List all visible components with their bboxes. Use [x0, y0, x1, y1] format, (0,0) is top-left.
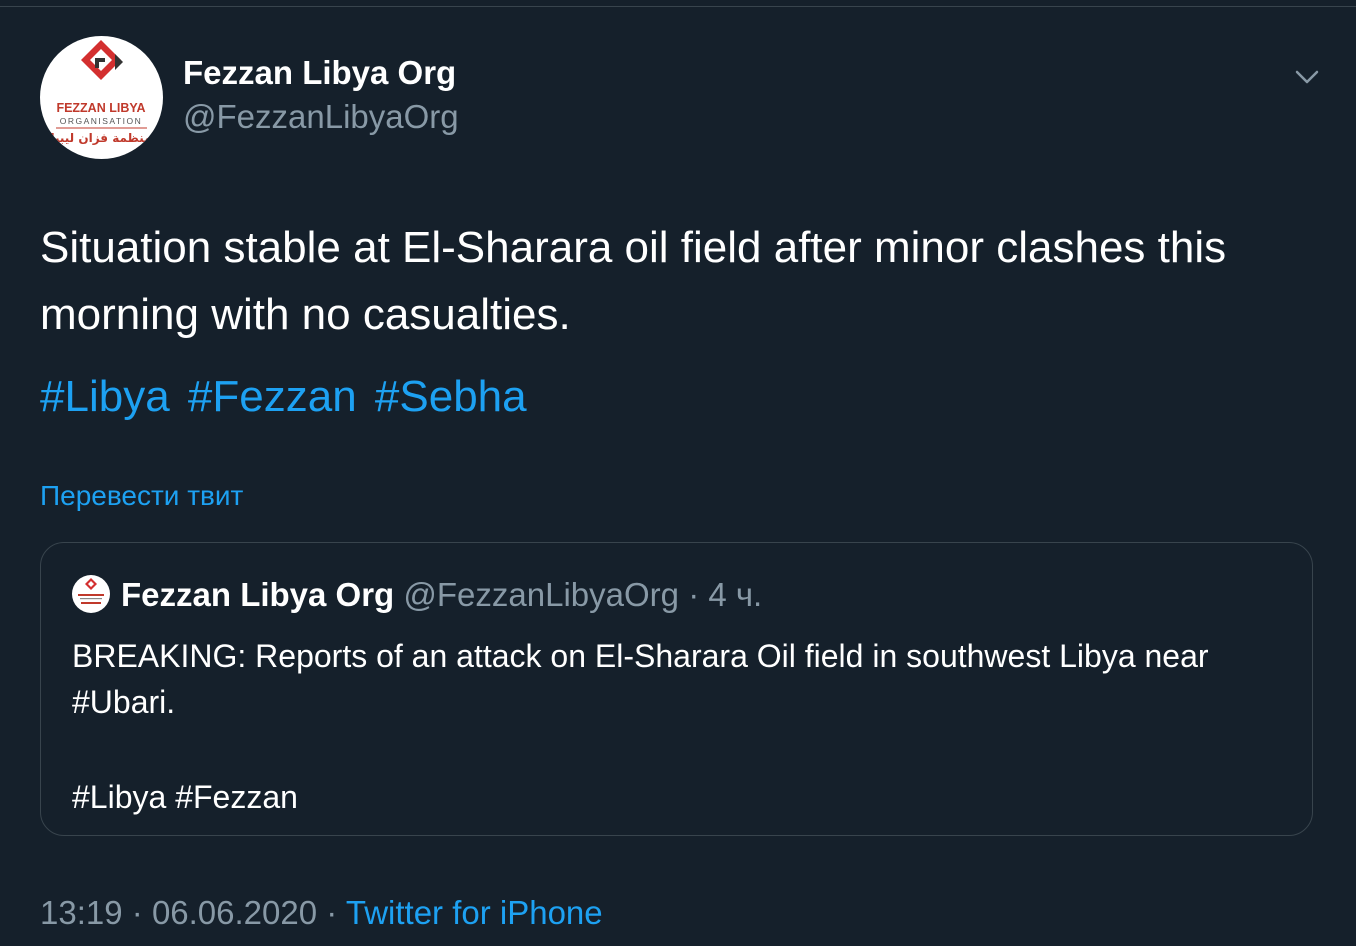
quoted-tweet-text: BREAKING: Reports of an attack on El-Sha… [72, 638, 1209, 720]
translate-tweet-link[interactable]: Перевести твит [40, 480, 243, 512]
quoted-tweet-hashtags: #Libya #Fezzan [72, 779, 298, 815]
hashtag-link[interactable]: #Libya [40, 372, 170, 421]
tweet-detail-page: FEZZAN LIBYA ORGANISATION منظمة فزان ليب… [0, 0, 1356, 946]
quoted-tweet-card[interactable]: Fezzan Libya Org @FezzanLibyaOrg · 4 ч. … [40, 542, 1313, 836]
tweet-time[interactable]: 13:19 [40, 894, 123, 931]
tweet-text: Situation stable at El-Sharara oil field… [40, 223, 1227, 339]
chevron-down-icon[interactable] [1290, 62, 1324, 92]
divider [0, 6, 1356, 7]
avatar-logo-arabic: منظمة فزان ليبيا [50, 131, 151, 145]
author-name[interactable]: Fezzan Libya Org [183, 54, 456, 92]
author-handle[interactable]: @FezzanLibyaOrg [183, 98, 459, 136]
footer-separator: · [326, 894, 338, 931]
footer-separator: · [131, 894, 143, 931]
tweet-source-link[interactable]: Twitter for iPhone [346, 894, 603, 931]
tweet-footer: 13:19 · 06.06.2020 · Twitter for iPhone [40, 892, 603, 934]
avatar-logo-subtext: ORGANISATION [60, 116, 143, 126]
quoted-author-handle: @FezzanLibyaOrg [403, 576, 680, 613]
tweet-date[interactable]: 06.06.2020 [152, 894, 317, 931]
avatar[interactable]: FEZZAN LIBYA ORGANISATION منظمة فزان ليب… [40, 36, 163, 159]
hashtag-link[interactable]: #Fezzan [188, 372, 357, 421]
quoted-tweet-header: Fezzan Libya Org @FezzanLibyaOrg · 4 ч. [121, 575, 762, 615]
quoted-author-name: Fezzan Libya Org [121, 576, 395, 613]
avatar-logo-text: FEZZAN LIBYA [56, 101, 145, 115]
hashtag-link[interactable]: #Sebha [375, 372, 527, 421]
quoted-avatar[interactable] [72, 575, 110, 613]
quoted-tweet-time: · 4 ч. [688, 576, 763, 613]
tweet-hashtags: #Libya #Fezzan #Sebha [40, 365, 533, 429]
